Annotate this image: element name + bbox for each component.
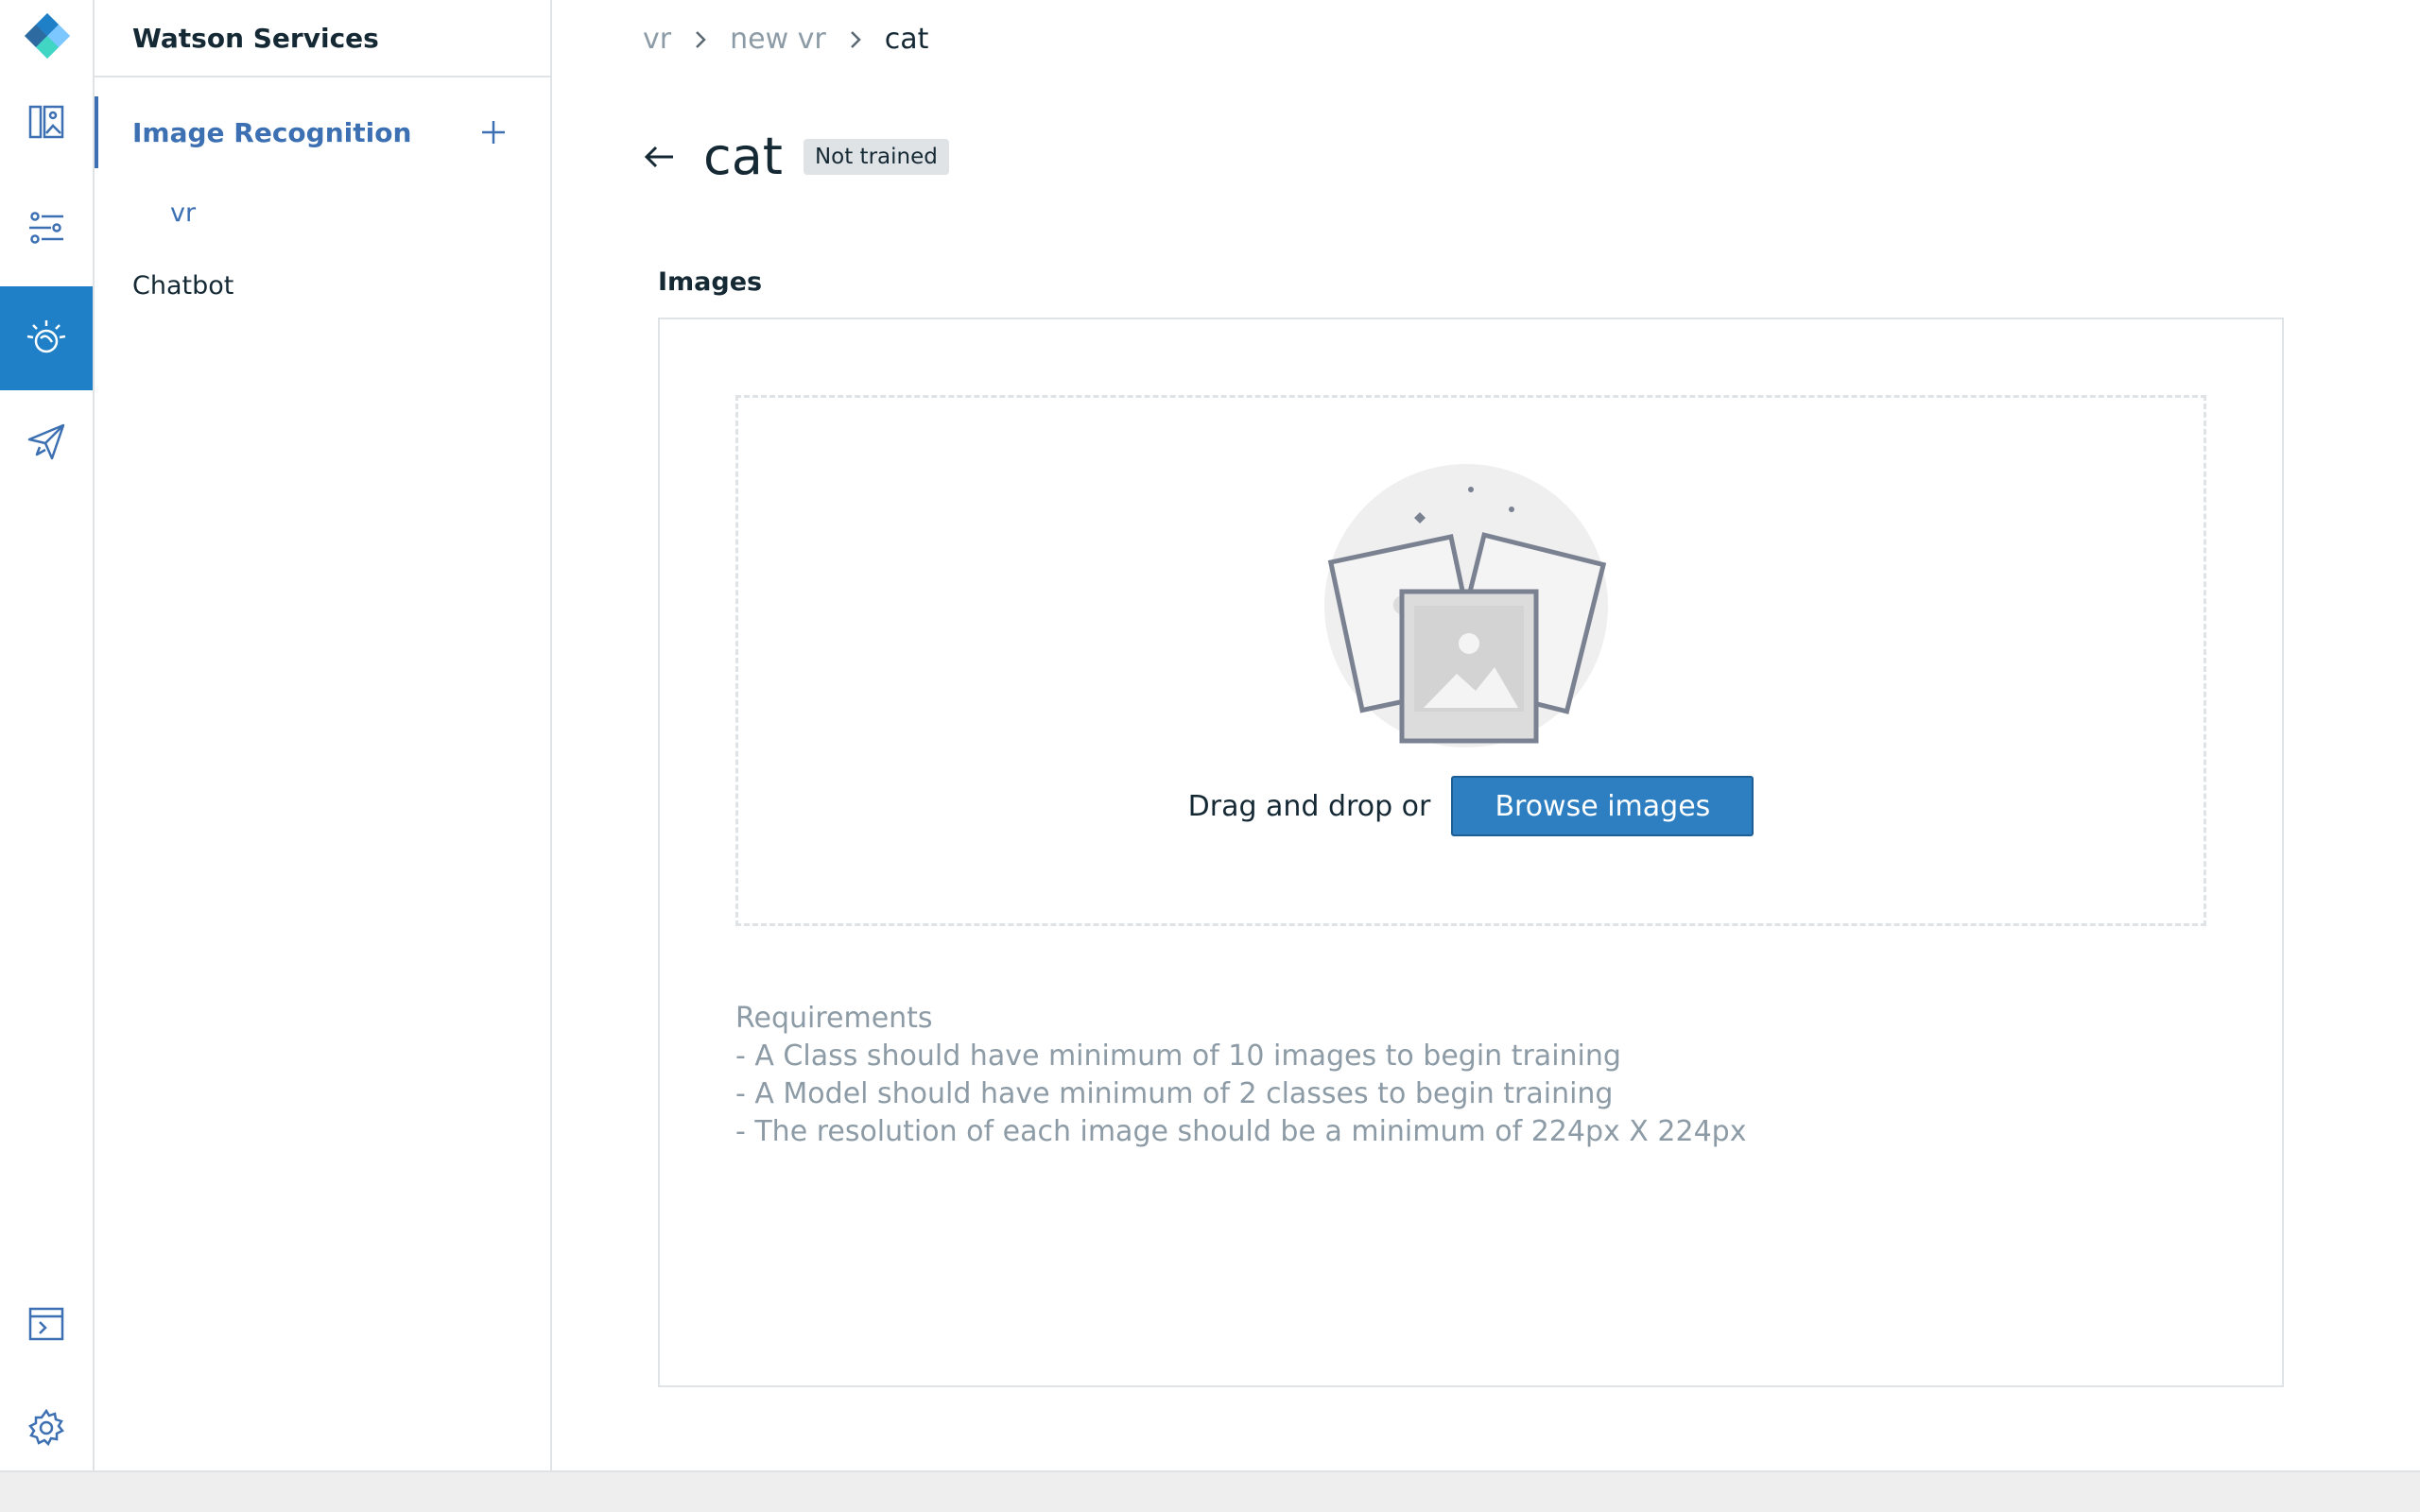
browse-images-button[interactable]: Browse images [1451, 776, 1754, 836]
breadcrumb-item-new-vr[interactable]: new vr [730, 23, 826, 56]
chevron-right-icon [845, 29, 866, 50]
requirements-list: Requirements - A Class should have minim… [735, 1000, 1746, 1151]
arrow-left-icon [644, 146, 673, 167]
rail-watson[interactable] [0, 286, 93, 390]
breadcrumb-item-vr[interactable]: vr [643, 23, 671, 56]
image-dropzone[interactable]: Drag and drop or Browse images [735, 395, 2206, 926]
gear-icon [28, 1408, 64, 1447]
images-panel: Drag and drop or Browse images Requireme… [658, 318, 2284, 1387]
send-icon [27, 423, 65, 460]
terminal-icon [28, 1307, 64, 1341]
images-illustration-icon [1324, 464, 1608, 747]
requirement-item: - The resolution of each image should be… [735, 1115, 1747, 1148]
requirements-heading: Requirements [735, 1002, 933, 1035]
icon-rail [0, 0, 95, 1470]
dashboard-icon [28, 105, 64, 139]
sidebar-subitem-vr[interactable]: vr [170, 198, 196, 228]
page-title: cat [703, 127, 783, 186]
breadcrumb-item-current: cat [884, 23, 929, 56]
rail-dashboard[interactable] [0, 70, 93, 174]
requirement-item: - A Class should have minimum of 10 imag… [735, 1040, 1621, 1073]
plus-icon [482, 121, 505, 144]
bottom-bar [0, 1470, 2420, 1512]
requirement-item: - A Model should have minimum of 2 class… [735, 1077, 1614, 1110]
back-button[interactable] [643, 140, 677, 174]
upload-row: Drag and drop or Browse images [738, 776, 2204, 836]
rail-settings-sliders[interactable] [0, 176, 93, 280]
watson-icon [26, 320, 66, 353]
status-badge: Not trained [803, 138, 949, 175]
sidebar-item-chatbot[interactable]: Chatbot [132, 271, 233, 301]
drag-drop-text: Drag and drop or [1187, 789, 1431, 823]
sidebar-header: Watson Services [95, 0, 550, 77]
rail-deploy[interactable] [0, 389, 93, 493]
sliders-icon [29, 212, 63, 244]
breadcrumb: vr new vr cat [643, 23, 928, 56]
page-header: cat Not trained [643, 127, 949, 186]
images-section-label: Images [658, 267, 763, 297]
services-sidebar: Watson Services Image Recognition vr Cha… [95, 0, 552, 1470]
rail-terminal[interactable] [0, 1272, 93, 1376]
chevron-right-icon [690, 29, 711, 50]
rail-settings[interactable] [0, 1376, 93, 1480]
app-logo[interactable] [23, 11, 72, 60]
sidebar-item-image-recognition[interactable]: Image Recognition [95, 96, 550, 168]
add-model-button[interactable] [475, 113, 512, 151]
main-content: vr new vr cat cat Not trained Images Dra… [552, 0, 2420, 1470]
sidebar-section-label: Image Recognition [132, 116, 412, 148]
